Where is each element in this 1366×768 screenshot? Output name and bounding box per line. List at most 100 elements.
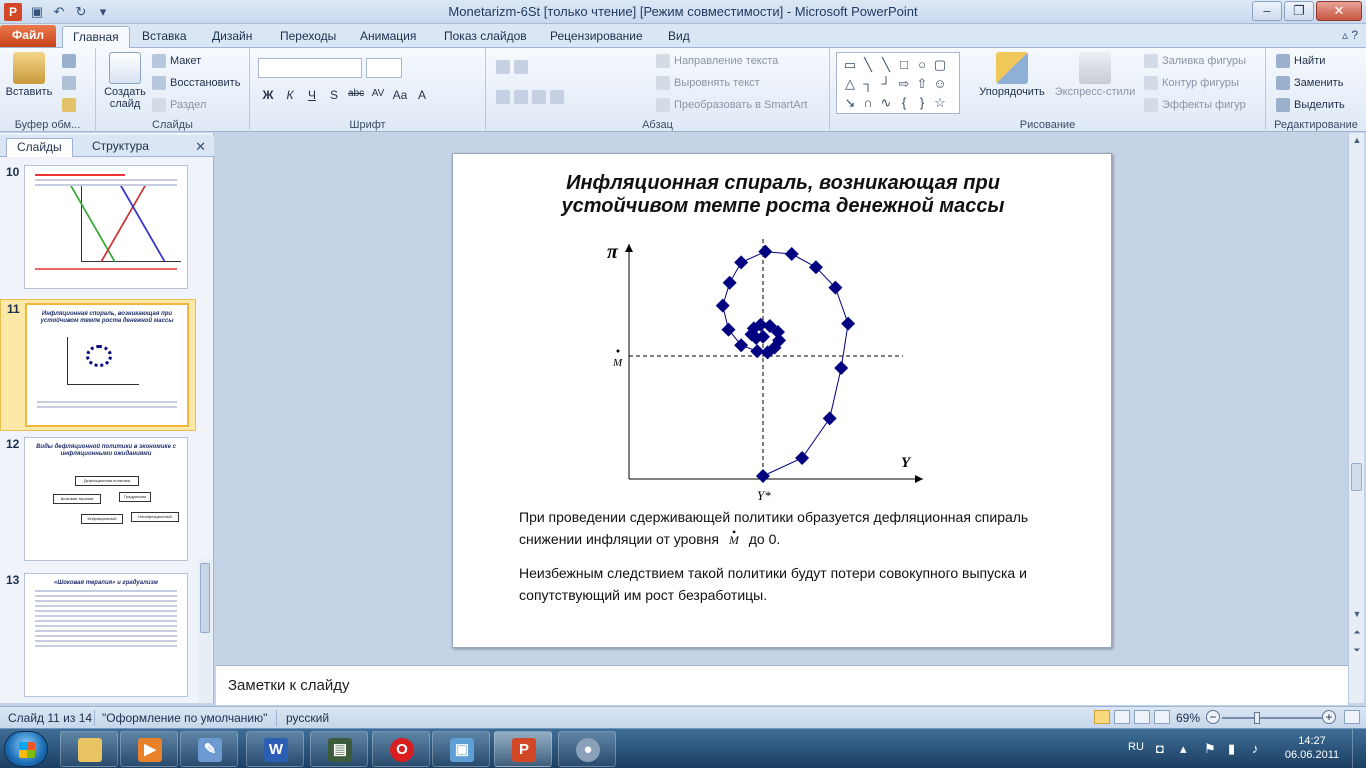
close-icon[interactable]: ✕	[195, 139, 206, 155]
brace-right-icon[interactable]: }	[913, 93, 931, 112]
shape-outline-button[interactable]: Контур фигуры	[1144, 76, 1239, 90]
taskbar-picture-viewer[interactable]: ▣	[432, 731, 490, 767]
spacing-button[interactable]: AV	[370, 88, 386, 102]
line-icon[interactable]: ╲	[859, 55, 877, 74]
panel-scrollbar[interactable]	[198, 559, 212, 703]
scroll-down-icon[interactable]: ▼	[1349, 609, 1365, 619]
align-buttons[interactable]	[496, 90, 564, 104]
strikethrough-button[interactable]: abc	[348, 88, 364, 102]
scroll-thumb[interactable]	[200, 563, 210, 633]
line-icon[interactable]: ╲	[877, 55, 895, 74]
previous-slide-icon[interactable]: ⏶	[1349, 627, 1365, 638]
tab-home[interactable]: Главная	[62, 26, 130, 48]
close-button[interactable]: ✕	[1316, 1, 1362, 21]
network-icon[interactable]: ▮	[1228, 741, 1235, 757]
rectangle-icon[interactable]: □	[895, 55, 913, 74]
scroll-up-icon[interactable]: ▲	[1349, 135, 1365, 145]
editor-scrollbar[interactable]: ▲ ▼ ⏶ ⏷	[1348, 133, 1364, 703]
shape-fill-button[interactable]: Заливка фигуры	[1144, 54, 1246, 68]
tab-view[interactable]: Вид	[658, 26, 700, 48]
tab-outline[interactable]: Структура	[82, 138, 159, 157]
slide-sorter-button[interactable]	[1114, 710, 1130, 724]
textbox-icon[interactable]: ▭	[841, 55, 859, 74]
bullets-button[interactable]	[496, 60, 528, 74]
show-desktop-button[interactable]	[1352, 729, 1366, 768]
rounded-rect-icon[interactable]: ▢	[931, 55, 949, 74]
curve-icon[interactable]: ∩	[859, 93, 877, 112]
help-icon[interactable]: ▵ ?	[1342, 28, 1358, 42]
triangle-icon[interactable]: △	[841, 74, 859, 93]
zoom-out-button[interactable]: −	[1206, 710, 1220, 724]
normal-view-button[interactable]	[1094, 710, 1110, 724]
connector-icon[interactable]: ┘	[877, 74, 895, 93]
zoom-in-button[interactable]: +	[1322, 710, 1336, 724]
bold-button[interactable]: Ж	[260, 88, 276, 102]
volume-icon[interactable]: ♪	[1252, 741, 1259, 756]
minimize-button[interactable]: –	[1252, 1, 1282, 21]
zoom-slider-knob[interactable]	[1254, 712, 1260, 724]
find-button[interactable]: Найти	[1276, 54, 1325, 68]
taskbar-webcam[interactable]: ●	[558, 731, 616, 767]
oval-icon[interactable]: ○	[913, 55, 931, 74]
shape-effects-button[interactable]: Эффекты фигур	[1144, 98, 1246, 112]
taskbar-opera[interactable]: O	[372, 731, 430, 767]
change-case-button[interactable]: Aa	[392, 88, 408, 102]
format-painter-button[interactable]	[62, 98, 76, 112]
taskbar-media-player[interactable]: ▶	[120, 731, 178, 767]
tab-animation[interactable]: Анимация	[350, 26, 426, 48]
tab-transitions[interactable]: Переходы	[270, 26, 346, 48]
italic-button[interactable]: К	[282, 88, 298, 102]
tray-arrow-icon[interactable]: ▴	[1180, 741, 1187, 757]
paste-button[interactable]: Вставить	[4, 52, 54, 98]
taskbar-paint[interactable]: ✎	[180, 731, 238, 767]
freeform-icon[interactable]: ∿	[877, 93, 895, 112]
taskbar-console[interactable]: ▤	[310, 731, 368, 767]
brace-left-icon[interactable]: {	[895, 93, 913, 112]
slide-title[interactable]: Инфляционная спираль, возникающая при ус…	[453, 172, 1113, 218]
language-indicator[interactable]: русский	[286, 711, 329, 725]
cut-button[interactable]	[62, 54, 76, 68]
slide-thumbnail-selected[interactable]: 11 Инфляционная спираль, возникающая при…	[0, 299, 196, 431]
connector-icon[interactable]: ┐	[859, 74, 877, 93]
shadow-button[interactable]: S	[326, 88, 342, 102]
notes-pane[interactable]: Заметки к слайду	[216, 665, 1348, 705]
theme-name[interactable]: "Оформление по умолчанию"	[102, 711, 267, 725]
font-size-select[interactable]	[366, 58, 402, 78]
taskbar-word[interactable]: W	[246, 731, 304, 767]
arrow-right-icon[interactable]: ⇨	[895, 74, 913, 93]
clock[interactable]: 14:27 06.06.2011	[1282, 734, 1342, 762]
tab-slides[interactable]: Слайды	[6, 138, 73, 157]
underline-button[interactable]: Ч	[304, 88, 320, 102]
smartart-button[interactable]: Преобразовать в SmartArt	[656, 98, 807, 112]
taskbar-explorer[interactable]	[60, 731, 118, 767]
scroll-thumb[interactable]	[1351, 463, 1362, 491]
slideshow-button[interactable]	[1154, 710, 1170, 724]
antivirus-icon[interactable]: ◘	[1156, 741, 1164, 756]
tab-design[interactable]: Дизайн	[202, 26, 262, 48]
font-color-button[interactable]: A	[414, 88, 430, 102]
tab-insert[interactable]: Вставка	[132, 26, 197, 48]
quick-styles-button[interactable]: Экспресс-стили	[1052, 52, 1138, 98]
start-button[interactable]	[4, 731, 48, 767]
action-center-icon[interactable]: ⚑	[1204, 741, 1216, 757]
slide-canvas[interactable]: Инфляционная спираль, возникающая при ус…	[452, 153, 1112, 648]
text-direction-button[interactable]: Направление текста	[656, 54, 778, 68]
fit-to-window-button[interactable]	[1344, 710, 1360, 724]
select-button[interactable]: Выделить	[1276, 98, 1345, 112]
zoom-slider[interactable]	[1222, 717, 1322, 719]
slide-thumbnail[interactable]: 10	[0, 163, 196, 295]
align-text-button[interactable]: Выровнять текст	[656, 76, 760, 90]
zoom-level[interactable]: 69%	[1176, 711, 1200, 725]
replace-button[interactable]: Заменить	[1276, 76, 1343, 90]
new-slide-button[interactable]: Создать слайд	[100, 52, 150, 110]
taskbar-powerpoint[interactable]: P	[494, 731, 552, 767]
shapes-gallery[interactable]: ▭ ╲ ╲ □ ○ ▢ △ ┐ ┘ ⇨ ⇧ ☺ ↘ ∩ ∿{} ☆	[836, 52, 960, 114]
font-family-select[interactable]	[258, 58, 362, 78]
tab-file[interactable]: Файл	[0, 25, 56, 47]
tab-slideshow[interactable]: Показ слайдов	[434, 26, 537, 48]
reading-view-button[interactable]	[1134, 710, 1150, 724]
layout-button[interactable]: Макет	[152, 54, 201, 68]
slide-thumbnail[interactable]: 13 «Шоковая терапия» и градуализм	[0, 571, 196, 703]
language-indicator[interactable]: RU	[1128, 741, 1144, 753]
arrow-icon[interactable]: ↘	[841, 93, 859, 112]
